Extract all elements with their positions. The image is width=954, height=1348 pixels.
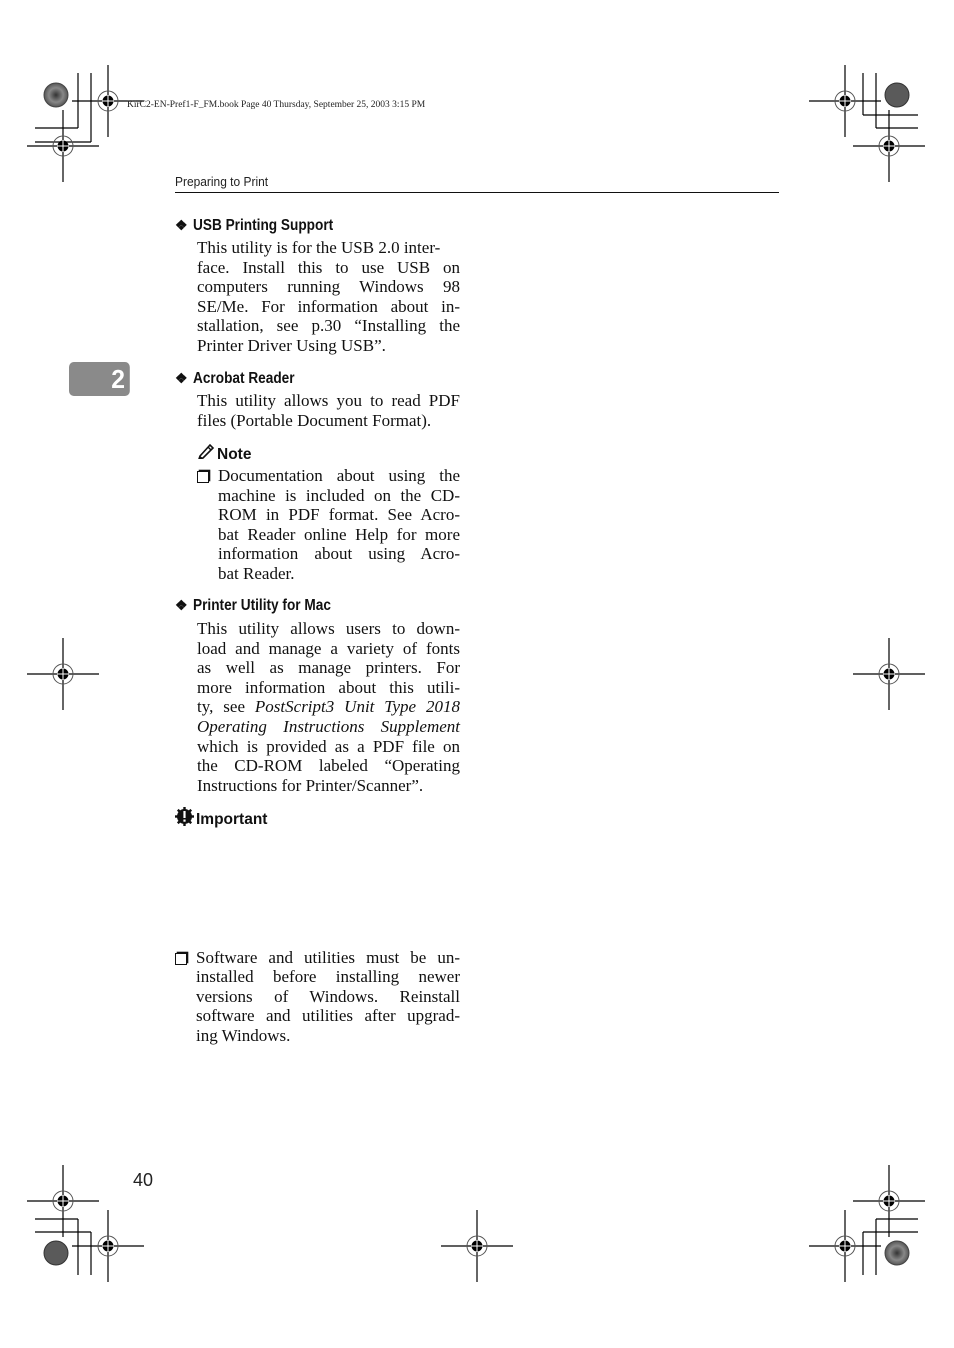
- text-line: ty, see PostScript3 Unit Type 2018: [197, 697, 461, 717]
- text-line: Documentation about using the: [218, 466, 460, 485]
- text-line: files (Portable Document Format).: [197, 410, 432, 430]
- text-line: This utility allows users to down-: [197, 619, 460, 638]
- text-line: as well as manage printers. For: [197, 658, 460, 678]
- running-head: Preparing to Print: [175, 174, 269, 189]
- starburst-mark: [884, 1240, 910, 1266]
- section-body-acrobat-reader: This utility allows you to read PDF file…: [197, 391, 460, 430]
- text-line: stallation, see p.30 “Installing the: [197, 316, 460, 336]
- diamond-bullet-icon: ❖: [175, 597, 188, 613]
- text-line: ing Windows.: [196, 1025, 291, 1045]
- text-line: Software and utilities must be un-: [196, 947, 460, 967]
- text-line: face. Install this to use USB on: [197, 257, 460, 277]
- section-body-printer-utility-for-mac: This utility allows users to down- load …: [197, 619, 460, 795]
- header-rule: [175, 192, 779, 193]
- text-line: Operating Instructions Supplement: [197, 717, 460, 737]
- important-heading: Important: [175, 807, 267, 831]
- text-line: more information about this utili-: [197, 677, 460, 697]
- page-number: 40: [133, 1170, 154, 1190]
- text-line: information about using Acro-: [218, 544, 460, 564]
- print-slug: KirC2-EN-Pref1-F_FM.book Page 40 Thursda…: [127, 100, 426, 110]
- manual-title-reference: Operating Instructions Supplement: [197, 716, 460, 736]
- text-line: bat Reader.: [218, 563, 295, 583]
- text-line: bat Reader online Help for more: [218, 524, 460, 544]
- important-exclamation-icon: [175, 807, 196, 831]
- text-line: versions of Windows. Reinstall: [196, 986, 460, 1006]
- print-registration-marks: [26, 64, 926, 1283]
- pencil-icon: [197, 443, 217, 464]
- text-line: software and utilities after upgrad-: [196, 1006, 460, 1026]
- section-heading-printer-utility-for-mac: ❖ Printer Utility for Mac: [175, 597, 331, 614]
- starburst-mark: [43, 82, 69, 108]
- text-line: SE/Me. For information about in-: [197, 296, 460, 316]
- text-line: This utility allows you to read PDF: [197, 391, 460, 410]
- chapter-tab: 2: [69, 362, 130, 396]
- note-item: Documentation about using the machine is…: [197, 466, 460, 584]
- manual-title-reference: PostScript3 Unit Type 2018: [254, 697, 461, 717]
- solid-circle-mark: [884, 82, 910, 108]
- text-line: load and manage a variety of fonts: [197, 638, 460, 658]
- diamond-bullet-icon: ❖: [175, 217, 188, 233]
- checkbox-bullet-icon: [197, 471, 209, 483]
- text-line: which is provided as a PDF file on: [197, 736, 460, 756]
- text-line: ROM in PDF format. See Acro-: [218, 505, 460, 525]
- text-line: computers running Windows 98: [197, 277, 460, 297]
- note-heading: Note: [197, 443, 251, 464]
- section-heading-usb-printing-support: ❖ USB Printing Support: [175, 217, 334, 234]
- text-line: Instructions for Printer/Scanner”.: [197, 775, 424, 795]
- solid-circle-mark: [43, 1240, 69, 1266]
- important-item: Software and utilities must be un- insta…: [175, 948, 460, 1046]
- text-line: Printer Driver Using USB”.: [197, 335, 386, 355]
- text-line: installed before installing newer: [196, 967, 460, 987]
- checkbox-bullet-icon: [175, 952, 187, 965]
- text-line: the CD-ROM labeled “Operating: [197, 756, 460, 776]
- diamond-bullet-icon: ❖: [175, 370, 188, 386]
- section-heading-acrobat-reader: ❖ Acrobat Reader: [175, 370, 295, 387]
- text-line: machine is included on the CD-: [218, 485, 460, 505]
- section-body-usb-printing-support: This utility is for the USB 2.0 inter- f…: [197, 238, 460, 356]
- text-line: This utility is for the USB 2.0 inter-: [197, 238, 441, 257]
